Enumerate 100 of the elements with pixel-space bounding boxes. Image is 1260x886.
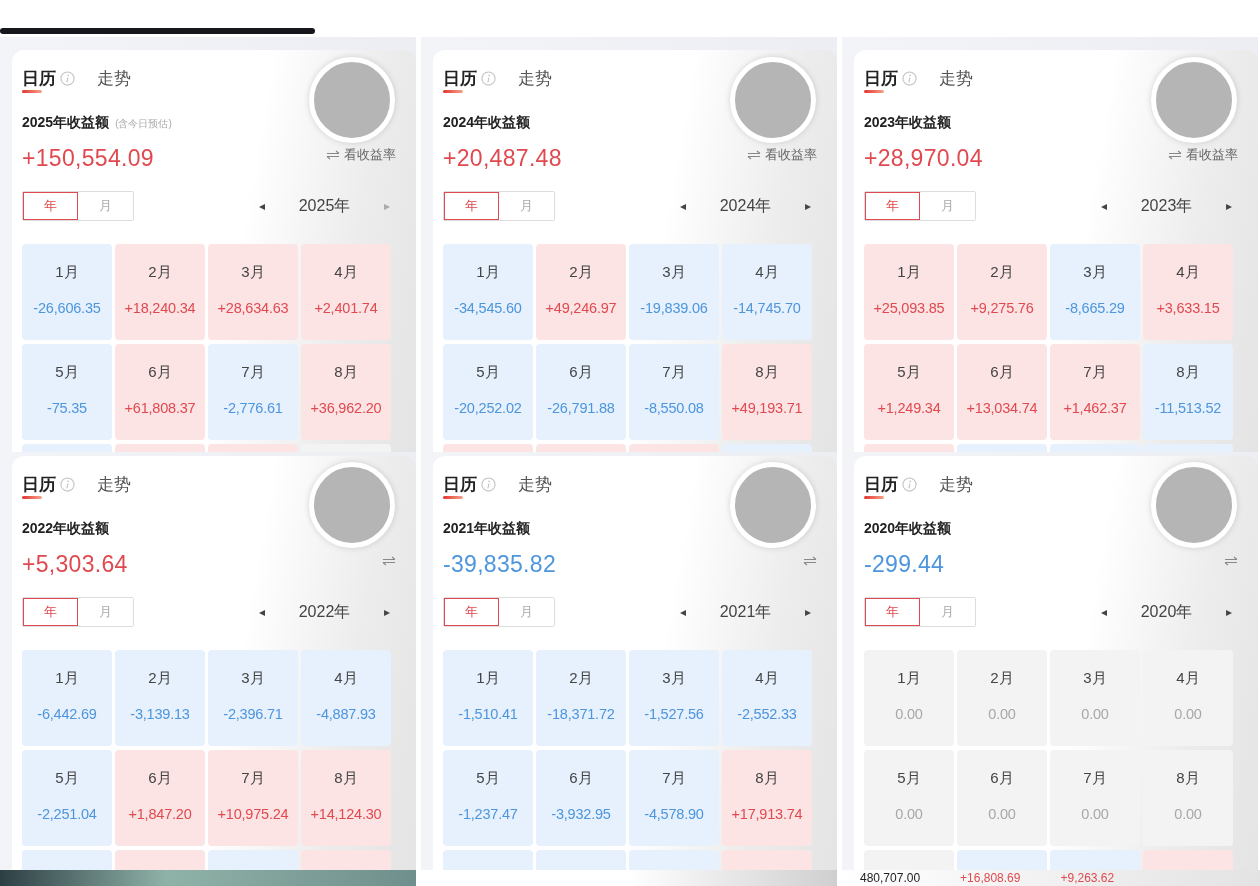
tab[interactable]: 走势 (97, 66, 131, 90)
month-tile[interactable]: 1月 -1,510.41 (443, 650, 533, 746)
next-year-button[interactable]: ▸ (372, 605, 402, 619)
month-tile[interactable]: 1月 -26,606.35 (22, 244, 112, 340)
next-year-button[interactable]: ▸ (793, 199, 823, 213)
previous-year-button[interactable]: ◂ (1089, 605, 1119, 619)
swap-icon[interactable] (1224, 555, 1238, 566)
previous-year-button[interactable]: ◂ (247, 199, 277, 213)
month-tile[interactable]: 4月 +3,633.15 (1143, 244, 1233, 340)
previous-year-button[interactable]: ◂ (668, 605, 698, 619)
month-tile[interactable]: 4月 -14,745.70 (722, 244, 812, 340)
month-tile[interactable]: 5月 -2,251.04 (22, 750, 112, 846)
month-label: 1月 (55, 669, 79, 688)
swap-icon[interactable] (1168, 149, 1182, 160)
month-label: 7月 (662, 363, 686, 382)
month-tile[interactable]: 6月 -3,932.95 (536, 750, 626, 846)
tab[interactable]: 走势 (939, 66, 973, 90)
tab[interactable]: 日历 (864, 66, 898, 90)
tab[interactable]: 走势 (518, 472, 552, 496)
month-tile[interactable]: 2月 -3,139.13 (115, 650, 205, 746)
swap-icon[interactable] (382, 555, 396, 566)
month-tile[interactable]: 5月 -1,237.47 (443, 750, 533, 846)
month-tile[interactable]: 8月 -11,513.52 (1143, 344, 1233, 440)
tab[interactable]: 走势 (97, 472, 131, 496)
swap-icon[interactable] (326, 149, 340, 160)
segment-tab[interactable]: 年 (865, 598, 920, 626)
month-tile[interactable]: 7月 +10,975.24 (208, 750, 298, 846)
previous-year-button[interactable]: ◂ (1089, 199, 1119, 213)
swap-icon[interactable] (803, 555, 817, 566)
next-year-button[interactable]: ▸ (1214, 199, 1244, 213)
month-tile[interactable]: 1月 -34,545.60 (443, 244, 533, 340)
month-tile[interactable]: 1月 -6,442.69 (22, 650, 112, 746)
info-icon[interactable] (481, 70, 496, 86)
month-tile[interactable]: 8月 0.00 (1143, 750, 1233, 846)
month-tile[interactable]: 6月 +1,847.20 (115, 750, 205, 846)
month-tile[interactable]: 7月 -4,578.90 (629, 750, 719, 846)
month-value: +13,034.74 (966, 400, 1038, 416)
tab[interactable]: 日历 (443, 472, 477, 496)
month-tile[interactable]: 6月 +13,034.74 (957, 344, 1047, 440)
month-tile[interactable]: 7月 -2,776.61 (208, 344, 298, 440)
month-tile[interactable]: 2月 -18,371.72 (536, 650, 626, 746)
swap-icon[interactable] (747, 149, 761, 160)
tab[interactable]: 走势 (518, 66, 552, 90)
month-tile[interactable]: 3月 +28,634.63 (208, 244, 298, 340)
month-tile[interactable]: 5月 -20,252.02 (443, 344, 533, 440)
tab[interactable]: 日历 (443, 66, 477, 90)
month-tile[interactable]: 8月 +49,193.71 (722, 344, 812, 440)
previous-year-button[interactable]: ◂ (247, 605, 277, 619)
month-tile[interactable]: 8月 +17,913.74 (722, 750, 812, 846)
month-tile[interactable]: 5月 -75.35 (22, 344, 112, 440)
segment-tab[interactable]: 年 (865, 192, 920, 220)
month-tile[interactable]: 4月 +2,401.74 (301, 244, 391, 340)
next-year-button[interactable]: ▸ (1214, 605, 1244, 619)
month-tile[interactable]: 6月 -26,791.88 (536, 344, 626, 440)
rate-link[interactable]: 看收益率 (344, 145, 396, 164)
month-tile[interactable]: 3月 0.00 (1050, 650, 1140, 746)
month-value: +17,913.74 (731, 806, 803, 822)
month-tile[interactable]: 1月 +25,093.85 (864, 244, 954, 340)
month-value: +28,634.63 (217, 300, 289, 316)
segment-tab[interactable]: 年 (23, 192, 78, 220)
month-tile[interactable]: 2月 0.00 (957, 650, 1047, 746)
month-tile[interactable]: 4月 -4,887.93 (301, 650, 391, 746)
month-tile[interactable]: 3月 -19,839.06 (629, 244, 719, 340)
segment-tab[interactable]: 年 (23, 598, 78, 626)
month-tile[interactable]: 8月 +36,962.20 (301, 344, 391, 440)
info-icon[interactable] (902, 70, 917, 86)
month-tile[interactable]: 7月 -8,550.08 (629, 344, 719, 440)
info-icon[interactable] (60, 70, 75, 86)
tab[interactable]: 日历 (22, 472, 56, 496)
month-tile[interactable]: 4月 -2,552.33 (722, 650, 812, 746)
month-tile[interactable]: 6月 +61,808.37 (115, 344, 205, 440)
next-year-button[interactable]: ▸ (793, 605, 823, 619)
info-icon[interactable] (902, 476, 917, 492)
info-icon[interactable] (481, 476, 496, 492)
tab[interactable]: 日历 (864, 472, 898, 496)
segment-tab[interactable]: 年 (444, 598, 499, 626)
rate-link[interactable]: 看收益率 (1186, 145, 1238, 164)
month-tile[interactable]: 3月 -1,527.56 (629, 650, 719, 746)
month-label: 1月 (897, 263, 921, 282)
month-tile[interactable]: 8月 +14,124.30 (301, 750, 391, 846)
month-tile[interactable]: 2月 +49,246.97 (536, 244, 626, 340)
month-tile[interactable]: 5月 0.00 (864, 750, 954, 846)
previous-year-button[interactable]: ◂ (668, 199, 698, 213)
segment-tab[interactable]: 年 (444, 192, 499, 220)
month-tile[interactable]: 3月 -8,665.29 (1050, 244, 1140, 340)
month-tile[interactable]: 5月 +1,249.34 (864, 344, 954, 440)
month-value: +18,240.34 (124, 300, 196, 316)
month-tile[interactable]: 3月 -2,396.71 (208, 650, 298, 746)
month-value: +9,275.76 (970, 300, 1034, 316)
rate-link[interactable]: 看收益率 (765, 145, 817, 164)
info-icon[interactable] (60, 476, 75, 492)
tab[interactable]: 走势 (939, 472, 973, 496)
month-tile[interactable]: 1月 0.00 (864, 650, 954, 746)
tab[interactable]: 日历 (22, 66, 56, 90)
month-tile[interactable]: 2月 +18,240.34 (115, 244, 205, 340)
month-label: 3月 (1083, 263, 1107, 282)
month-tile[interactable]: 6月 0.00 (957, 750, 1047, 846)
month-tile[interactable]: 7月 +1,462.37 (1050, 344, 1140, 440)
month-value: -75.35 (47, 400, 87, 416)
month-tile[interactable]: 2月 +9,275.76 (957, 244, 1047, 340)
